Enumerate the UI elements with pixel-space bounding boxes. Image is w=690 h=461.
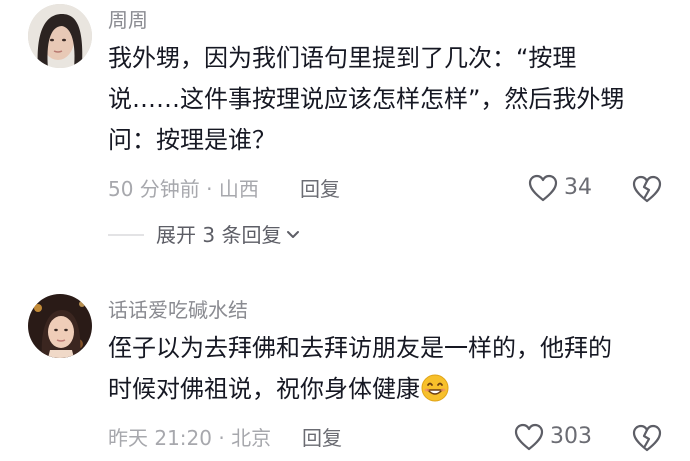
comment-text-line: 我外甥，因为我们语句里提到了几次：“按理 — [108, 44, 577, 72]
comment-meta: 50 分钟前 · 山西 — [108, 177, 259, 201]
like-count: 303 — [550, 424, 592, 449]
dislike-button[interactable] — [632, 175, 662, 207]
chevron-down-icon — [287, 231, 300, 238]
smiling-face-emoji-icon — [420, 373, 450, 403]
comment-text: 我外甥，因为我们语句里提到了几次：“按理 说……这件事按理说应该怎样怎样”，然后… — [108, 38, 668, 161]
comment-meta: 昨天 21:20 · 北京 — [108, 426, 272, 450]
heart-outline-icon — [514, 423, 544, 451]
like-count: 34 — [564, 175, 592, 200]
comment-item: 周周 我外甥，因为我们语句里提到了几次：“按理 说……这件事按理说应该怎样怎样”… — [0, 0, 690, 272]
comment-text-line: 说……这件事按理说应该怎样怎样”，然后我外甥 — [108, 85, 625, 113]
comment-text-line: 侄子以为去拜佛和去拜访朋友是一样的，他拜的 — [108, 334, 612, 362]
comment-username[interactable]: 话话爱吃碱水结 — [108, 298, 248, 322]
like-button[interactable]: 34 — [528, 173, 592, 203]
broken-heart-icon — [632, 424, 662, 452]
avatar[interactable] — [28, 4, 92, 68]
comment-username[interactable]: 周周 — [108, 8, 148, 32]
reply-button[interactable]: 回复 — [300, 176, 340, 202]
comment-text-line: 问：按理是谁？ — [108, 126, 276, 154]
expand-replies-label: 展开 3 条回复 — [156, 223, 282, 247]
like-button[interactable]: 303 — [514, 422, 592, 452]
expand-replies-button[interactable]: 展开 3 条回复 — [108, 222, 301, 248]
divider — [108, 234, 144, 236]
heart-outline-icon — [528, 174, 558, 202]
reply-button[interactable]: 回复 — [302, 425, 342, 451]
comment-text: 侄子以为去拜佛和去拜访朋友是一样的，他拜的 时候对佛祖说，祝你身体健康 — [108, 328, 668, 410]
broken-heart-icon — [632, 175, 662, 203]
comment-text-segment: 时候对佛祖说，祝你身体健康 — [108, 375, 420, 403]
dislike-button[interactable] — [632, 424, 662, 456]
avatar[interactable] — [28, 294, 92, 358]
comment-text-line: 时候对佛祖说，祝你身体健康 — [108, 369, 668, 410]
comment-item: 话话爱吃碱水结 侄子以为去拜佛和去拜访朋友是一样的，他拜的 时候对佛祖说，祝你身… — [0, 272, 690, 461]
